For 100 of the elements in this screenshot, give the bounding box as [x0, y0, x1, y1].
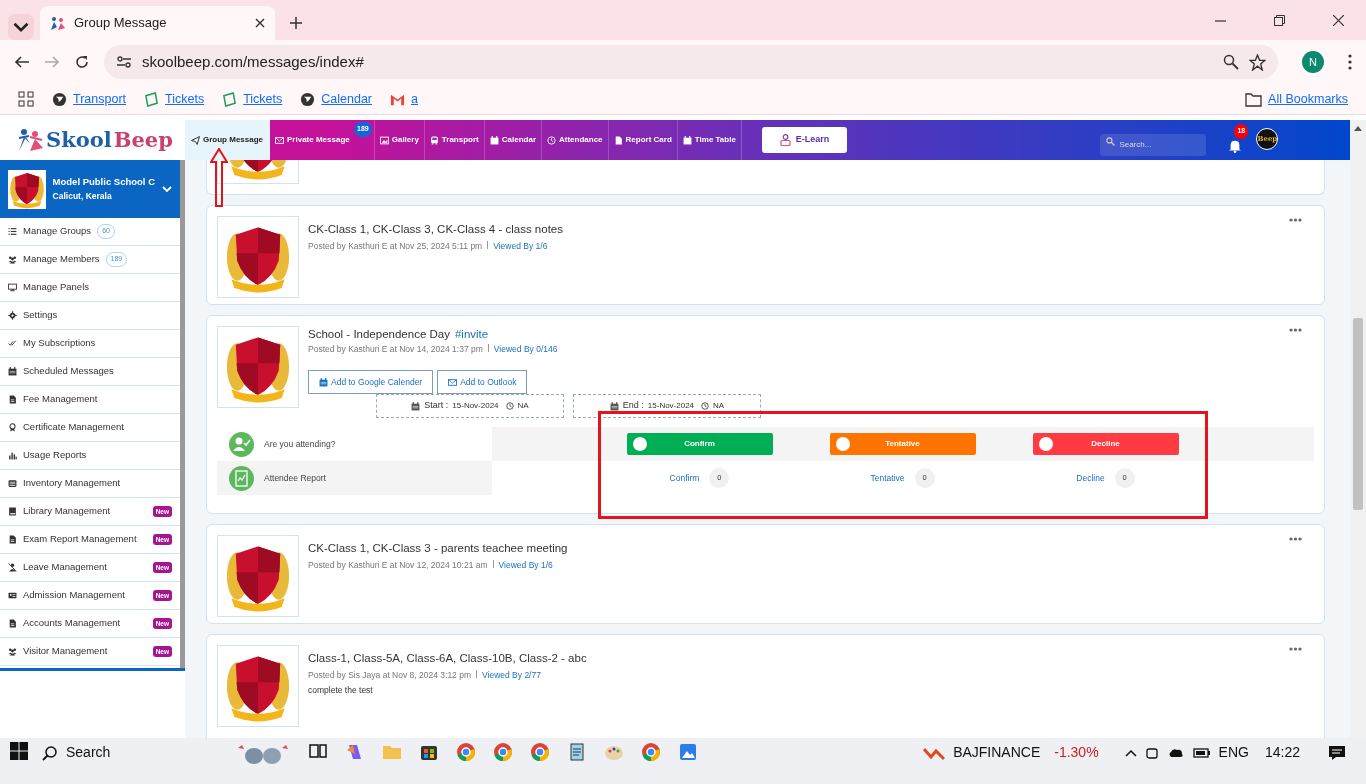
start-date: Start : 15-Nov-2024 NA [376, 394, 564, 418]
bookmark[interactable]: a [390, 89, 418, 109]
clock-icon [701, 402, 710, 410]
list-icon [8, 227, 17, 236]
hashtag-link[interactable]: #invite [454, 326, 489, 344]
clock-icon [547, 135, 556, 145]
back-icon[interactable] [14, 54, 30, 70]
calendar-icon [682, 135, 692, 145]
bookmark[interactable]: Calendar [300, 89, 372, 109]
scroll-thumb[interactable] [1353, 318, 1363, 510]
bookmark[interactable]: Tickets [222, 89, 283, 109]
post-author: Posted by Kasthuri E at Nov 14, 2024 1:37 pm [308, 344, 483, 355]
school-header[interactable]: Model Public School C Calicut, Kerala [0, 160, 180, 218]
new-tab-icon[interactable] [289, 16, 303, 30]
close-icon[interactable] [1333, 14, 1344, 26]
tab-list-icon[interactable] [8, 14, 34, 40]
restore-icon[interactable] [1274, 14, 1285, 26]
school-location: Calicut, Kerala [52, 190, 113, 203]
outlook-button[interactable]: Add to Outlook [437, 370, 528, 394]
people-icon [8, 255, 17, 264]
bus-icon [429, 135, 439, 145]
close-icon[interactable] [255, 18, 265, 28]
google-calendar-button[interactable]: Add to Google Calender [308, 370, 434, 394]
windows-start-icon[interactable] [10, 742, 28, 760]
taskbar-search[interactable]: Search [42, 742, 222, 763]
person-slash-icon [8, 563, 17, 572]
more-icon[interactable] [1348, 54, 1352, 70]
response-count-link[interactable]: Tentative [870, 471, 905, 485]
more-options-icon[interactable] [1289, 537, 1302, 541]
scrollbar[interactable] [1350, 120, 1366, 738]
table-icon [8, 479, 17, 488]
double-check-icon [8, 339, 17, 348]
clock-time[interactable]: 14:22 [1264, 742, 1300, 763]
more-options-icon[interactable] [1289, 647, 1302, 651]
post-title: Class-1, Class-5A, Class-6A, Class-10B, Class-2 - abc [308, 651, 587, 665]
star-icon[interactable] [1249, 53, 1266, 71]
tab-title: Group Message [74, 14, 168, 33]
ticket-icon [222, 91, 238, 107]
search-icon [1106, 137, 1116, 146]
battery-icon[interactable] [1192, 746, 1211, 759]
address-bar[interactable]: skoolbeep.com/messages/index# [104, 45, 1278, 79]
chrome-icon[interactable] [530, 742, 550, 762]
rsvp-button[interactable]: Decline [1032, 433, 1179, 455]
camera-icon[interactable] [1144, 745, 1159, 760]
sidebar-item[interactable]: Certificate Management [0, 414, 180, 442]
chrome-icon[interactable] [456, 742, 476, 762]
zoom-icon[interactable] [1223, 54, 1239, 70]
kids-logo-icon [18, 128, 44, 152]
globe-icon [300, 91, 316, 107]
elearn-button[interactable]: E-Learn [761, 127, 848, 153]
sidebar-item[interactable]: Inventory Management [0, 470, 180, 498]
viewed-by-link[interactable]: Viewed By 1/6 [493, 241, 548, 251]
viewed-by-link[interactable]: Viewed By 0/146 [493, 344, 558, 355]
bookmark[interactable]: Tickets [144, 89, 205, 109]
document-icon [8, 395, 17, 404]
sidebar-item[interactable]: Fee Management [0, 386, 180, 414]
calendar-icon [319, 377, 328, 387]
more-options-icon[interactable] [1289, 328, 1302, 332]
language-indicator[interactable]: ENG [1218, 742, 1249, 763]
calendar-icon [489, 135, 499, 145]
chrome-icon[interactable] [493, 742, 513, 762]
skoolbeep-logo: SkoolBeep [0, 120, 185, 160]
bookmark[interactable]: Transport [52, 89, 127, 109]
response-count-link[interactable]: Decline [1076, 471, 1105, 485]
photos-icon[interactable] [678, 742, 698, 762]
image-icon [379, 135, 389, 145]
sidebar-item[interactable]: My Subscriptions [0, 330, 180, 358]
sidebar-item[interactable]: Scheduled Messages [0, 358, 180, 386]
address-text: skoolbeep.com/messages/index# [142, 51, 365, 72]
more-options-icon[interactable] [1289, 218, 1302, 222]
apps-grid-icon[interactable] [18, 91, 34, 107]
folder-icon [1245, 91, 1263, 107]
profile-avatar[interactable]: N [1302, 51, 1324, 73]
browser-tab[interactable]: Group Message [40, 6, 275, 40]
sidebar-item[interactable]: Settings [0, 302, 180, 330]
person-check-icon [229, 431, 254, 457]
annotation-arrow [210, 148, 228, 208]
viewed-by-link[interactable]: Viewed By 2/77 [482, 670, 541, 680]
notepad-icon[interactable] [567, 742, 587, 762]
post-title: CK-Class 1, CK-Class 3 - parents teachee meeting [308, 541, 568, 555]
chrome-icon[interactable] [641, 742, 661, 762]
nav-tab[interactable]: Group Message [185, 120, 270, 160]
search-icon [42, 744, 58, 761]
sidebar-item[interactable]: Manage Panels [0, 274, 180, 302]
people-icon [8, 647, 17, 656]
response-count-link[interactable]: Confirm [669, 471, 700, 485]
chevron-down-icon [162, 185, 172, 193]
notifications-icon[interactable] [1328, 744, 1346, 761]
calendar-icon [609, 401, 619, 411]
sidebar-item[interactable]: Usage Reports [0, 442, 180, 470]
reload-icon[interactable] [74, 54, 90, 70]
stock-ticker: BAJFINANCE [953, 743, 1041, 762]
learner-icon [779, 134, 791, 146]
all-bookmarks-link[interactable]: All Bookmarks [1245, 89, 1348, 109]
chevron-up-icon[interactable] [1124, 748, 1137, 757]
end-date: End : 15-Nov-2024 NA [573, 394, 761, 418]
document-icon [8, 535, 17, 544]
envelope-icon [275, 135, 284, 145]
viewed-by-link[interactable]: Viewed By 1/6 [498, 560, 553, 570]
attendee-report-label: Attendee Report [264, 471, 326, 485]
